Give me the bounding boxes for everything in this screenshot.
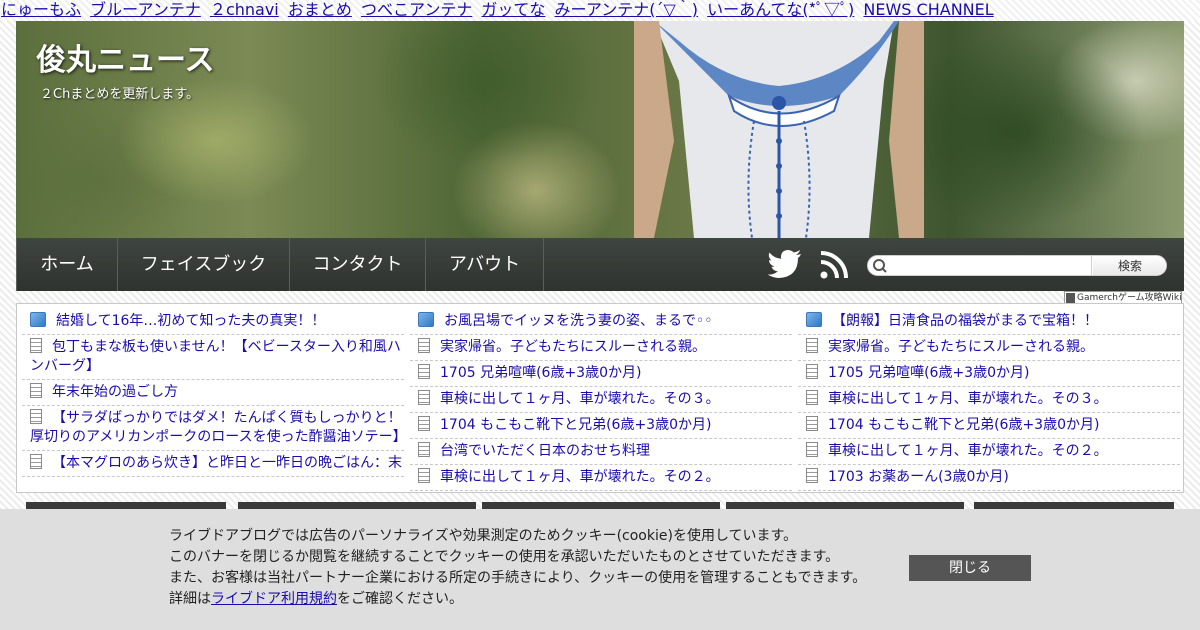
antenna-article-title[interactable]: 台湾でいただく日本のおせち料理	[440, 443, 650, 459]
antenna-article-title[interactable]: 1705 兄弟喧嘩(6歳+3歳0か月)	[828, 365, 1029, 381]
antenna-link[interactable]: おまとめ	[288, 0, 352, 19]
document-icon	[418, 416, 430, 431]
antenna-article-title[interactable]: お風呂場でイッヌを洗う妻の姿、まるで◦◦	[444, 313, 713, 329]
antenna-article-title[interactable]: 結婚して16年…初めて知った夫の真実！！	[56, 313, 325, 329]
antenna-article-item[interactable]: 【サラダばっかりではダメ！たんぱく質もしっかりと！厚切りのアメリカンポークのロー…	[22, 406, 407, 451]
antenna-article-title[interactable]: 実家帰省。子どもたちにスルーされる親。	[440, 339, 706, 355]
document-icon	[30, 383, 42, 398]
antenna-article-title[interactable]: 1703 お薬あーん(3歳0か月)	[828, 469, 1009, 485]
site-title[interactable]: 俊丸ニュース	[36, 35, 215, 79]
antenna-article-item[interactable]: 車検に出して１ヶ月、車が壊れた。その３。	[798, 387, 1180, 413]
antenna-article-item[interactable]: 【本マグロのあら炊き】と昨日と一昨日の晩ごはん：末	[22, 451, 404, 477]
antenna-article-item[interactable]: 年末年始の過ごし方	[22, 380, 404, 406]
gamerch-logo-icon	[1066, 293, 1075, 303]
antenna-article-item[interactable]: 1703 お薬あーん(3歳0か月)	[798, 465, 1180, 491]
antenna-link[interactable]: ブルーアンテナ	[90, 0, 201, 19]
header-photo-person	[634, 21, 924, 238]
cookie-line: また、お客様は当社パートナー企業における所定の手続きにより、クッキーの使用を管理…	[169, 570, 867, 586]
antenna-link[interactable]: にゅーもふ	[1, 0, 81, 19]
antenna-column-3: 【朗報】日清食品の福袋がまるで宝箱！！ 実家帰省。子どもたちにスルーされる親。 17…	[798, 309, 1180, 491]
document-icon	[806, 338, 818, 353]
blog-icon	[418, 312, 434, 327]
antenna-article-title[interactable]: 年末年始の過ごし方	[52, 384, 178, 400]
nav-item-about[interactable]: アバウト	[426, 238, 544, 291]
cookie-close-button[interactable]: 閉じる	[909, 555, 1031, 581]
site-description: ２Chまとめを更新します。	[40, 87, 200, 102]
document-icon	[806, 416, 818, 431]
antenna-article-title[interactable]: 【本マグロのあら炊き】と昨日と一昨日の晩ごはん：末	[52, 455, 402, 471]
antenna-column-1: 結婚して16年…初めて知った夫の真実！！ 包丁もまな板も使いません！【ベビースター…	[22, 309, 407, 477]
search-box: 検索	[867, 255, 1167, 276]
antenna-article-title[interactable]: 車検に出して１ヶ月、車が壊れた。その３。	[828, 391, 1108, 407]
blog-icon	[30, 312, 46, 327]
antenna-link[interactable]: ２chnavi	[210, 0, 279, 19]
document-icon	[418, 468, 430, 483]
antenna-link[interactable]: NEWS CHANNEL	[863, 0, 993, 19]
antenna-article-list: 結婚して16年…初めて知った夫の真実！！ 包丁もまな板も使いません！【ベビースター…	[16, 303, 1184, 493]
antenna-article-item[interactable]: 実家帰省。子どもたちにスルーされる親。	[798, 335, 1180, 361]
nav-item-facebook[interactable]: フェイスブック	[118, 238, 290, 291]
antenna-article-title[interactable]: 【朗報】日清食品の福袋がまるで宝箱！！	[832, 313, 1098, 329]
antenna-link[interactable]: ガッてな	[481, 0, 545, 19]
document-icon	[806, 442, 818, 457]
antenna-article-title[interactable]: 車検に出して１ヶ月、車が壊れた。その３。	[440, 391, 720, 407]
antenna-link[interactable]: いーあんてな(*ﾟ▽ﾟ)	[707, 0, 854, 19]
document-icon	[806, 390, 818, 405]
cookie-line: 詳細はライブドア利用規約をご確認ください。	[169, 589, 866, 610]
terms-link[interactable]: ライブドア利用規約	[211, 591, 337, 607]
antenna-link-bar: にゅーもふ ブルーアンテナ ２chnavi おまとめ つべこアンテナ ガッてな …	[0, 0, 1200, 21]
rss-icon[interactable]	[820, 251, 848, 279]
antenna-article-item[interactable]: 車検に出して１ヶ月、車が壊れた。その３。	[410, 387, 792, 413]
document-icon	[30, 409, 42, 424]
document-icon	[30, 338, 42, 353]
document-icon	[806, 364, 818, 379]
antenna-article-item[interactable]: 車検に出して１ヶ月、車が壊れた。その２。	[798, 439, 1180, 465]
antenna-article-title[interactable]: 車検に出して１ヶ月、車が壊れた。その２。	[828, 443, 1108, 459]
antenna-article-item[interactable]: 1705 兄弟喧嘩(6歳+3歳0か月)	[410, 361, 792, 387]
document-icon	[806, 468, 818, 483]
document-icon	[30, 454, 42, 469]
antenna-link[interactable]: つべこアンテナ	[361, 0, 472, 19]
gamerch-wiki-label: Gamerchゲーム攻略Wiki	[1077, 293, 1182, 303]
cookie-banner: ライブドアブログでは広告のパーソナライズや効果測定のためクッキー(cookie)…	[0, 509, 1200, 630]
antenna-article-item[interactable]: 実家帰省。子どもたちにスルーされる親。	[410, 335, 792, 361]
document-icon	[418, 338, 430, 353]
antenna-article-title[interactable]: 1704 もこもこ靴下と兄弟(6歳+3歳0か月)	[828, 417, 1099, 433]
antenna-article-item[interactable]: お風呂場でイッヌを洗う妻の姿、まるで◦◦	[410, 309, 792, 335]
antenna-article-item[interactable]: 結婚して16年…初めて知った夫の真実！！	[22, 309, 404, 335]
antenna-article-item[interactable]: 包丁もまな板も使いません！【ベビースター入り和風ハンバーグ】	[22, 335, 404, 380]
antenna-article-item[interactable]: 車検に出して１ヶ月、車が壊れた。その２。	[410, 465, 792, 491]
antenna-column-2: お風呂場でイッヌを洗う妻の姿、まるで◦◦ 実家帰省。子どもたちにスルーされる親。 1…	[410, 309, 792, 491]
antenna-article-item[interactable]: 台湾でいただく日本のおせち料理	[410, 439, 792, 465]
antenna-article-title[interactable]: 【サラダばっかりではダメ！たんぱく質もしっかりと！厚切りのアメリカンポークのロー…	[30, 410, 407, 445]
cookie-line: このバナーを閉じるか閲覧を継続することでクッキーの使用を承認いただいたものとさせ…	[169, 549, 840, 565]
twitter-icon[interactable]	[768, 250, 802, 280]
header-banner: 俊丸ニュース ２Chまとめを更新します。	[16, 21, 1184, 238]
nav-item-home[interactable]: ホーム	[16, 238, 118, 291]
cookie-message: ライブドアブログでは広告のパーソナライズや効果測定のためクッキー(cookie)…	[169, 526, 866, 610]
document-icon	[418, 442, 430, 457]
cookie-line-prefix: 詳細は	[169, 591, 211, 607]
document-icon	[418, 364, 430, 379]
antenna-article-title[interactable]: 包丁もまな板も使いません！【ベビースター入り和風ハンバーグ】	[30, 339, 401, 374]
antenna-article-item[interactable]: 1704 もこもこ靴下と兄弟(6歳+3歳0か月)	[410, 413, 792, 439]
document-icon	[418, 390, 430, 405]
antenna-link[interactable]: みーアンテナ(´▽｀)	[555, 0, 699, 19]
antenna-article-title[interactable]: 1705 兄弟喧嘩(6歳+3歳0か月)	[440, 365, 641, 381]
cookie-line-suffix: をご確認ください。	[337, 591, 463, 607]
antenna-article-title[interactable]: 1704 もこもこ靴下と兄弟(6歳+3歳0か月)	[440, 417, 711, 433]
cookie-line: ライブドアブログでは広告のパーソナライズや効果測定のためクッキー(cookie)…	[169, 528, 798, 544]
nav-bar: ホーム フェイスブック コンタクト アバウト 検索	[16, 238, 1184, 291]
antenna-article-item[interactable]: 【朗報】日清食品の福袋がまるで宝箱！！	[798, 309, 1180, 335]
search-input[interactable]	[890, 256, 1092, 275]
nav-item-contact[interactable]: コンタクト	[290, 238, 426, 291]
antenna-article-title[interactable]: 車検に出して１ヶ月、車が壊れた。その２。	[440, 469, 720, 485]
antenna-article-title[interactable]: 実家帰省。子どもたちにスルーされる親。	[828, 339, 1094, 355]
search-icon	[873, 259, 887, 273]
antenna-article-item[interactable]: 1705 兄弟喧嘩(6歳+3歳0か月)	[798, 361, 1180, 387]
blog-icon	[806, 312, 822, 327]
antenna-article-item[interactable]: 1704 もこもこ靴下と兄弟(6歳+3歳0か月)	[798, 413, 1180, 439]
search-button[interactable]: 検索	[1093, 256, 1166, 275]
